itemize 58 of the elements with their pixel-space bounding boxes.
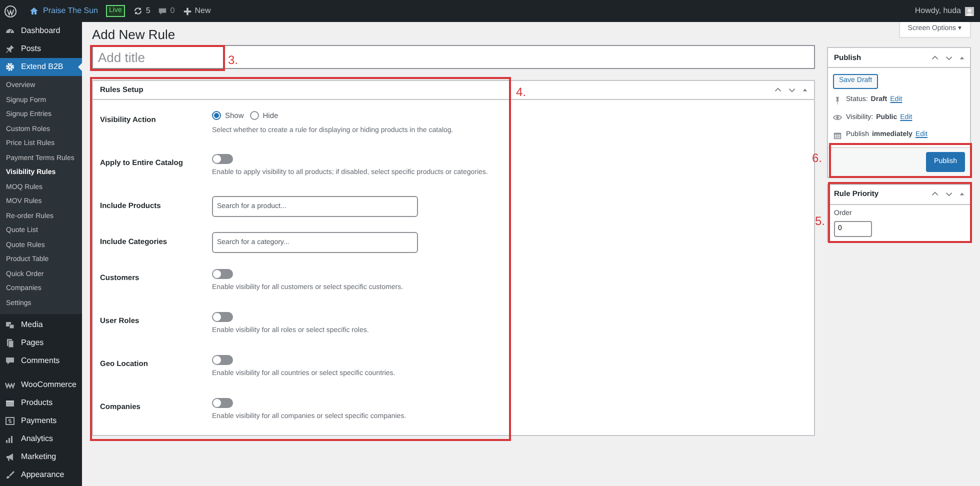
sidebar-item[interactable]: Pages xyxy=(0,334,82,352)
calendar-icon xyxy=(833,130,842,140)
radio-button[interactable] xyxy=(212,111,221,120)
page-title: Add New Rule xyxy=(92,27,176,42)
sidebar-item[interactable]: Comments xyxy=(0,352,82,370)
chevron-up-icon xyxy=(931,54,939,62)
pushpin-icon xyxy=(5,44,15,54)
woocommerce-icon xyxy=(5,380,15,390)
gauge-icon xyxy=(5,26,15,36)
chevron-up-icon xyxy=(931,190,939,198)
sidebar-item[interactable]: Dashboard xyxy=(0,22,82,40)
avatar-icon xyxy=(965,6,974,16)
toggle-switch[interactable] xyxy=(212,354,233,364)
annotation-label: 3. xyxy=(228,52,238,69)
updates-link[interactable]: 5 xyxy=(132,5,150,17)
brush-icon xyxy=(5,470,15,480)
site-link[interactable]: Praise The Sun xyxy=(29,5,98,17)
bar-chart-icon xyxy=(5,434,15,444)
chevron-down-icon xyxy=(945,190,953,198)
collapse-arrow-icon xyxy=(802,86,808,92)
annotation-label: 5. xyxy=(815,213,826,230)
pages-icon xyxy=(5,338,15,348)
refresh-icon xyxy=(132,6,143,16)
comments-link[interactable]: 0 xyxy=(158,5,175,17)
toggle-switch[interactable] xyxy=(212,154,233,164)
collapse-arrow-icon xyxy=(959,54,965,60)
toggle-switch[interactable] xyxy=(212,312,233,322)
plus-icon xyxy=(182,6,192,16)
eye-icon xyxy=(833,113,842,122)
box-icon xyxy=(5,398,15,408)
chevron-down-icon xyxy=(945,54,953,62)
annotation-label: 4. xyxy=(516,84,526,101)
account-link[interactable]: Howdy, huda xyxy=(914,5,974,17)
comment-icon xyxy=(5,356,15,366)
gear-icon xyxy=(5,62,15,72)
wordpress-logo-icon xyxy=(4,4,17,18)
home-icon xyxy=(29,6,39,16)
sidebar-item[interactable]: Analytics xyxy=(0,430,82,448)
sidebar-item[interactable]: Marketing xyxy=(0,448,82,466)
sidebar-item[interactable]: Extend B2B xyxy=(0,58,82,76)
media-icon xyxy=(5,320,15,330)
chevron-down-icon xyxy=(788,86,796,94)
sidebar-item[interactable]: Appearance xyxy=(0,466,82,484)
sidebar-item[interactable]: WooCommerce xyxy=(0,376,82,394)
sidebar-item[interactable]: Posts xyxy=(0,40,82,58)
new-link[interactable]: New xyxy=(182,5,211,17)
money-icon xyxy=(5,416,15,426)
chevron-up-icon xyxy=(774,86,782,94)
sidebar-item[interactable]: Payments xyxy=(0,412,82,430)
comment-icon xyxy=(158,6,168,16)
toggle-switch[interactable] xyxy=(212,398,233,408)
megaphone-icon xyxy=(5,452,15,462)
toggle-switch[interactable] xyxy=(212,268,233,278)
annotation-label: 6. xyxy=(812,150,822,167)
collapse-arrow-icon xyxy=(959,191,965,197)
sidebar-item[interactable]: Products xyxy=(0,394,82,412)
radio-button[interactable] xyxy=(250,111,259,120)
sidebar-item[interactable]: Media xyxy=(0,316,82,334)
